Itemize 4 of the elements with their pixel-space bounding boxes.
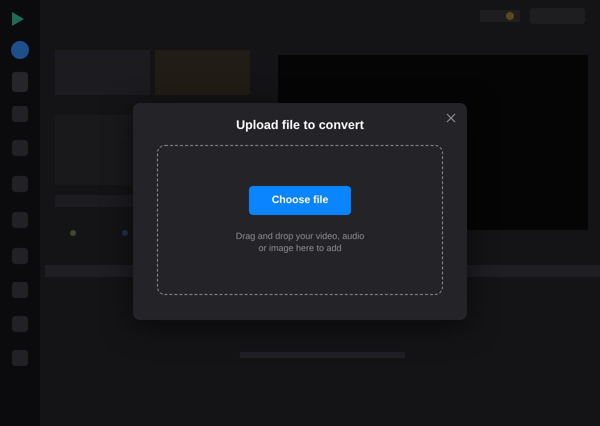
drop-zone[interactable]: Choose file Drag and drop your video, audio or image here to add <box>157 145 443 295</box>
dialog-title: Upload file to convert <box>235 117 365 133</box>
choose-file-button[interactable]: Choose file <box>249 186 351 215</box>
drop-hint: Drag and drop your video, audio or image here to add <box>234 230 366 254</box>
